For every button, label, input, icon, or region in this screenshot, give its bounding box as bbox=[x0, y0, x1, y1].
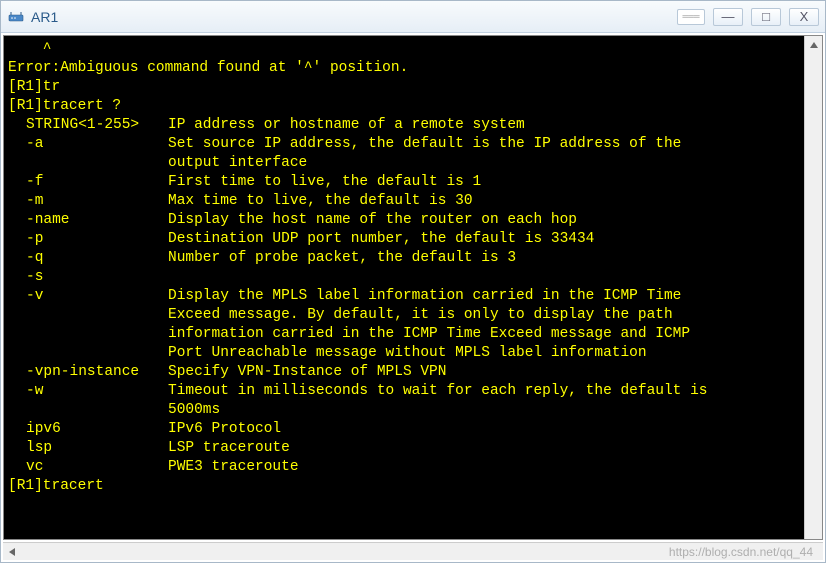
help-option-desc: First time to live, the default is 1 bbox=[168, 173, 800, 192]
help-option-desc bbox=[168, 268, 800, 287]
help-option-key: -v bbox=[8, 287, 168, 306]
terminal-frame: ^Error:Ambiguous command found at '^' po… bbox=[3, 35, 823, 540]
error-line: Error:Ambiguous command found at '^' pos… bbox=[8, 59, 800, 78]
help-option-desc: Display the host name of the router on e… bbox=[168, 211, 800, 230]
help-option-row: -fFirst time to live, the default is 1 bbox=[8, 173, 800, 192]
help-option-row: -mMax time to live, the default is 30 bbox=[8, 192, 800, 211]
help-option-key: -f bbox=[8, 173, 168, 192]
help-option-row: -pDestination UDP port number, the defau… bbox=[8, 230, 800, 249]
watermark-text: https://blog.csdn.net/qq_44 bbox=[669, 545, 813, 559]
help-option-desc: Display the MPLS label information carri… bbox=[168, 287, 800, 306]
help-option-row: STRING<1-255>IP address or hostname of a… bbox=[8, 116, 800, 135]
help-option-row: -wTimeout in milliseconds to wait for ea… bbox=[8, 382, 800, 401]
router-icon bbox=[7, 8, 25, 26]
help-option-key: -name bbox=[8, 211, 168, 230]
help-option-desc: Specify VPN-Instance of MPLS VPN bbox=[168, 363, 800, 382]
window-options-icon[interactable]: ═══ bbox=[677, 9, 705, 25]
window-title: AR1 bbox=[31, 9, 677, 25]
help-option-key: STRING<1-255> bbox=[8, 116, 168, 135]
help-option-desc: Timeout in milliseconds to wait for each… bbox=[168, 382, 800, 401]
caret-marker: ^ bbox=[8, 40, 800, 59]
help-option-desc-cont: Port Unreachable message without MPLS la… bbox=[8, 344, 800, 363]
help-option-key: -q bbox=[8, 249, 168, 268]
help-option-desc-cont: 5000ms bbox=[8, 401, 800, 420]
help-option-key: -a bbox=[8, 135, 168, 154]
help-option-row: vcPWE3 traceroute bbox=[8, 458, 800, 477]
help-option-key: -s bbox=[8, 268, 168, 287]
help-option-key: lsp bbox=[8, 439, 168, 458]
help-option-row: -aSet source IP address, the default is … bbox=[8, 135, 800, 154]
help-option-row: ipv6IPv6 Protocol bbox=[8, 420, 800, 439]
vertical-scrollbar[interactable] bbox=[804, 36, 822, 539]
maximize-button[interactable]: □ bbox=[751, 8, 781, 26]
prompt-line: [R1]tr bbox=[8, 78, 800, 97]
close-button[interactable]: X bbox=[789, 8, 819, 26]
help-option-key: ipv6 bbox=[8, 420, 168, 439]
help-option-row: -nameDisplay the host name of the router… bbox=[8, 211, 800, 230]
scroll-up-icon[interactable] bbox=[805, 36, 822, 54]
help-option-desc: Max time to live, the default is 30 bbox=[168, 192, 800, 211]
help-option-row: -vpn-instanceSpecify VPN-Instance of MPL… bbox=[8, 363, 800, 382]
horizontal-scrollbar[interactable]: https://blog.csdn.net/qq_44 bbox=[3, 542, 823, 560]
help-option-desc: IPv6 Protocol bbox=[168, 420, 800, 439]
window-controls: ═══ — □ X bbox=[677, 8, 819, 26]
prompt-line: [R1]tracert bbox=[8, 477, 800, 496]
help-option-desc: PWE3 traceroute bbox=[168, 458, 800, 477]
help-option-row: -qNumber of probe packet, the default is… bbox=[8, 249, 800, 268]
minimize-button[interactable]: — bbox=[713, 8, 743, 26]
help-option-desc-cont: Exceed message. By default, it is only t… bbox=[8, 306, 800, 325]
app-window: AR1 ═══ — □ X ^Error:Ambiguous command f… bbox=[0, 0, 826, 563]
help-option-key: vc bbox=[8, 458, 168, 477]
help-option-key: -m bbox=[8, 192, 168, 211]
help-option-row: -vDisplay the MPLS label information car… bbox=[8, 287, 800, 306]
help-option-key: -p bbox=[8, 230, 168, 249]
help-option-desc: Destination UDP port number, the default… bbox=[168, 230, 800, 249]
help-option-desc: Number of probe packet, the default is 3 bbox=[168, 249, 800, 268]
scroll-left-icon[interactable] bbox=[3, 543, 21, 560]
help-option-desc: IP address or hostname of a remote syste… bbox=[168, 116, 800, 135]
help-option-row: lspLSP traceroute bbox=[8, 439, 800, 458]
help-option-key: -w bbox=[8, 382, 168, 401]
help-option-desc-cont: information carried in the ICMP Time Exc… bbox=[8, 325, 800, 344]
help-option-desc: Set source IP address, the default is th… bbox=[168, 135, 800, 154]
help-option-desc: LSP traceroute bbox=[168, 439, 800, 458]
prompt-line: [R1]tracert ? bbox=[8, 97, 800, 116]
help-option-desc-cont: output interface bbox=[8, 154, 800, 173]
help-option-key: -vpn-instance bbox=[8, 363, 168, 382]
terminal-output[interactable]: ^Error:Ambiguous command found at '^' po… bbox=[4, 36, 804, 539]
help-option-row: -s bbox=[8, 268, 800, 287]
titlebar[interactable]: AR1 ═══ — □ X bbox=[1, 1, 825, 33]
